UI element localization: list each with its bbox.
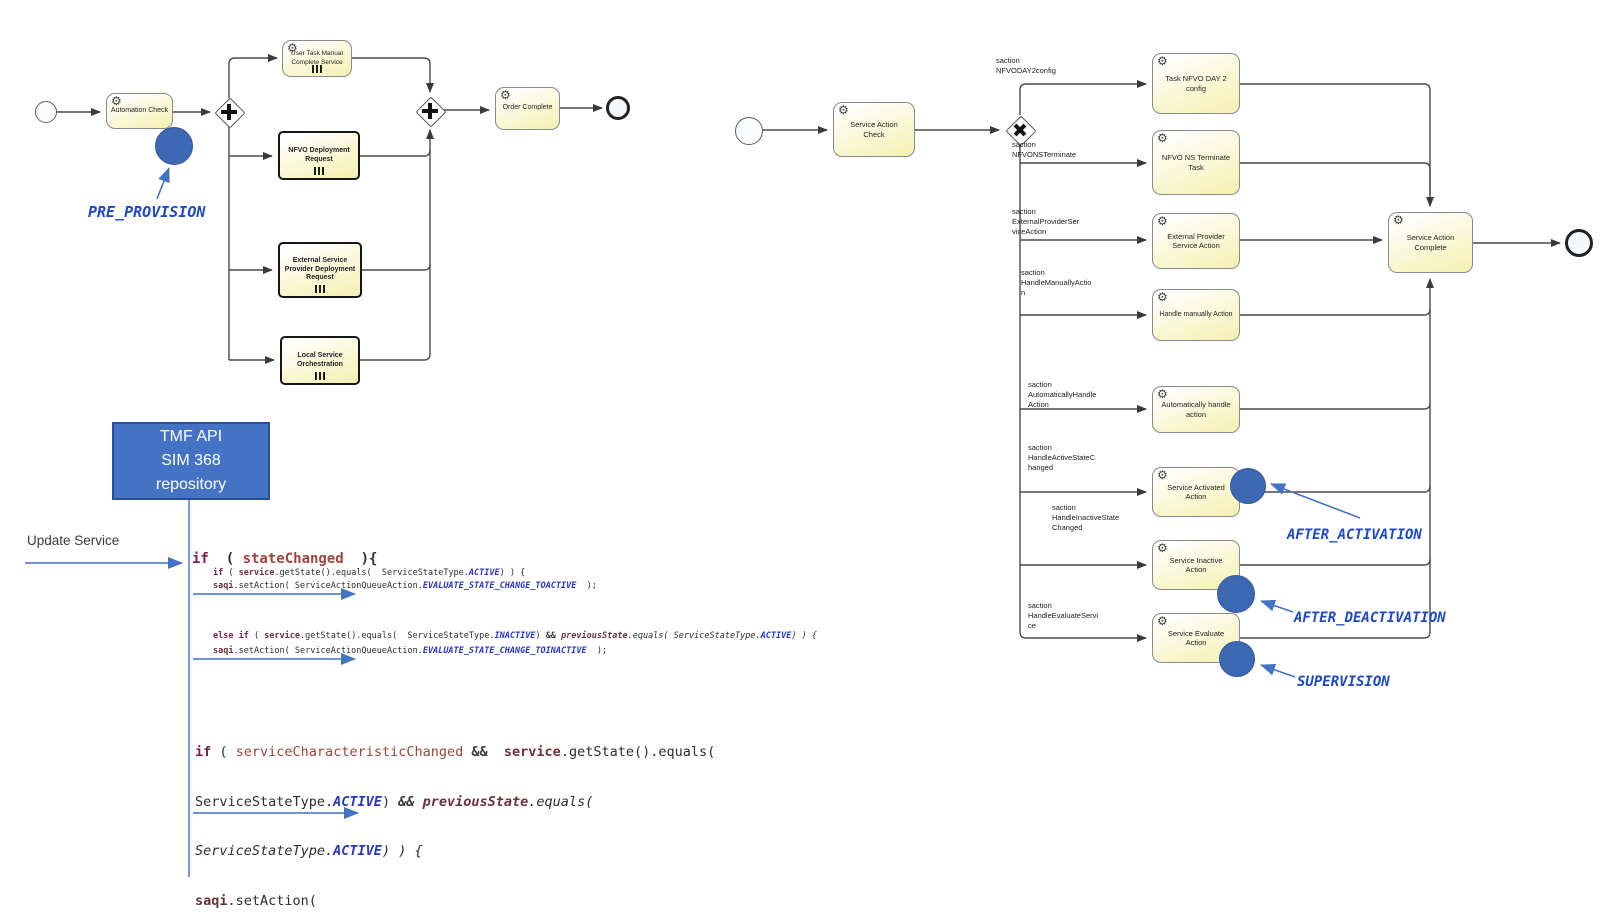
service-task-gear-icon: ⚙ [1157,388,1168,400]
after-deactivation-marker-circle[interactable] [1217,575,1255,613]
flow-label-active-state: saction HandleActiveStateC hanged [1028,443,1095,473]
task-label: Service Action Check [848,120,900,139]
flow-label-external-provider: saction ExternalProviderSer viceAction [1012,207,1079,237]
code-if-active: if ( service.getState().equals( ServiceS… [213,568,525,578]
after-deactivation-annotation: AFTER_DEACTIVATION [1294,610,1446,626]
task-nfvo-deployment-request[interactable]: NFVO Deployment Request [278,131,360,180]
note-line: TMF API [160,425,222,449]
code-line: ServiceStateType.ACTIVE) && previousStat… [195,794,715,812]
service-task-gear-icon: ⚙ [500,89,511,101]
task-automation-check[interactable]: ⚙ Automation Check [106,93,173,129]
task-label: NFVO Deployment Request [286,147,351,165]
task-service-activated-action[interactable]: ⚙ Service Activated Action [1152,467,1240,517]
flow-label-nfvoday2: saction NFVODAY2config [996,56,1056,76]
task-label: Task NFVO DAY 2 config [1163,74,1228,93]
update-service-label: Update Service [27,533,119,548]
service-task-gear-icon: ⚙ [1157,615,1168,627]
task-external-service-provider-deployment[interactable]: External Service Provider Deployment Req… [278,242,362,298]
task-local-service-orchestration[interactable]: Local Service Orchestration [280,336,360,385]
task-label: Local Service Orchestration [295,352,345,370]
service-task-gear-icon: ⚙ [1157,215,1168,227]
task-service-action-check[interactable]: ⚙ Service Action Check [833,102,915,157]
code-set-toactive: saqi.setAction( ServiceActionQueueAction… [213,581,597,591]
service-task-gear-icon: ⚙ [1157,542,1168,554]
task-label: Service Evaluate Action [1166,629,1226,648]
service-task-gear-icon: ⚙ [287,42,298,54]
pre-provision-marker-circle[interactable] [155,127,193,165]
service-task-gear-icon: ⚙ [111,95,122,107]
bpmn-slide: ⚙ Automation Check PRE_PROVISION ⚙ User … [0,0,1609,917]
multi-instance-icon [315,285,325,293]
start-event-left[interactable] [35,101,57,123]
parallel-gateway-icon [415,96,445,126]
flow-label-inactive-state: saction HandleInactiveState Changed [1052,503,1119,533]
code-set-toinactive: saqi.setAction( ServiceActionQueueAction… [213,646,607,656]
pre-provision-annotation: PRE_PROVISION [88,203,205,221]
flow-label-auto-handle: saction AutomaticallyHandle Action [1028,380,1096,410]
task-label: External Provider Service Action [1165,232,1227,251]
service-task-gear-icon: ⚙ [1157,291,1168,303]
multi-instance-icon [315,372,325,380]
flow-label-handle-manually: saction HandleManuallyActio n [1021,268,1091,298]
code-if-state-changed: if ( stateChanged ){ [192,551,377,567]
multi-instance-icon [314,167,324,175]
service-task-gear-icon: ⚙ [838,104,849,116]
supervision-annotation: SUPERVISION [1297,674,1390,690]
note-line: SIM 368 [161,449,221,473]
code-line: saqi.setAction( [195,893,715,911]
task-nfvo-day2-config[interactable]: ⚙ Task NFVO DAY 2 config [1152,53,1240,114]
parallel-gateway-icon [214,97,244,127]
flow-label-nfvons-terminate: saction NFVONSTerminate [1012,140,1076,160]
end-event-left[interactable] [606,96,630,120]
start-event-right[interactable] [735,117,763,145]
task-label: NFVO NS Terminate Task [1160,153,1232,172]
task-label: Handle manually Action [1157,311,1234,320]
task-nfvo-ns-terminate[interactable]: ⚙ NFVO NS Terminate Task [1152,130,1240,195]
service-task-gear-icon: ⚙ [1393,214,1404,226]
service-task-gear-icon: ⚙ [1157,55,1168,67]
end-event-right[interactable] [1565,229,1593,257]
task-label: External Service Provider Deployment Req… [283,257,357,283]
supervision-marker-circle[interactable] [1219,641,1255,677]
parallel-gateway-join-left[interactable] [415,96,445,126]
multi-instance-icon [312,65,322,73]
task-label: Service Inactive Action [1168,556,1225,575]
service-task-gear-icon: ⚙ [1157,469,1168,481]
task-external-provider-service-action[interactable]: ⚙ External Provider Service Action [1152,213,1240,269]
tmf-api-note-box[interactable]: TMF API SIM 368 repository [112,422,270,500]
task-label: Automatically handle action [1159,400,1232,419]
task-user-task-manual-complete[interactable]: ⚙ User Task Manual Complete Service [282,40,352,77]
task-label: Service Activated Action [1165,483,1227,502]
task-handle-manually-action[interactable]: ⚙ Handle manually Action [1152,289,1240,341]
after-activation-annotation: AFTER_ACTIVATION [1287,527,1422,543]
service-task-gear-icon: ⚙ [1157,132,1168,144]
parallel-gateway-split-left[interactable] [214,97,244,127]
task-label: Order Complete [501,104,555,113]
code-line: if ( serviceCharacteristicChanged && ser… [195,744,715,762]
code-else-if-inactive: else if ( service.getState().equals( Ser… [213,631,817,641]
task-order-complete[interactable]: ⚙ Order Complete [495,87,560,130]
code-characteristic-changed-block: if ( serviceCharacteristicChanged && ser… [195,712,715,917]
task-automatically-handle-action[interactable]: ⚙ Automatically handle action [1152,386,1240,433]
task-service-action-complete[interactable]: ⚙ Service Action Complete [1388,212,1473,273]
flow-label-evaluate: saction HandleEvaluateServi ce [1028,601,1098,631]
code-line: ServiceStateType.ACTIVE) ) { [195,843,715,861]
note-line: repository [156,473,226,497]
task-label: Service Action Complete [1405,233,1457,252]
after-activation-marker-circle[interactable] [1230,468,1266,504]
